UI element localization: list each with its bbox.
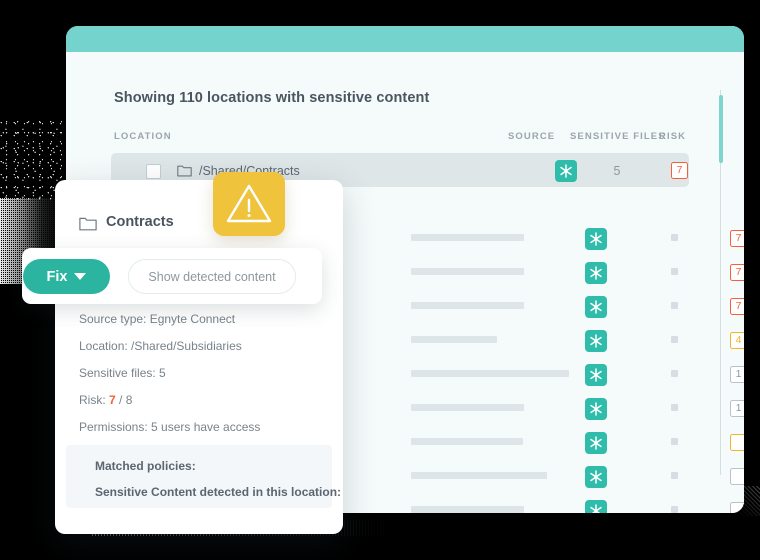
egnyte-source-icon[interactable] bbox=[585, 228, 607, 250]
fix-button-label: Fix bbox=[47, 269, 68, 285]
egnyte-source-icon[interactable] bbox=[585, 432, 607, 454]
risk-badge: 4 bbox=[730, 332, 744, 349]
skeleton-bar bbox=[411, 404, 524, 411]
skeleton-square bbox=[671, 506, 678, 513]
skeleton-square bbox=[671, 336, 678, 343]
scrollbar-thumb[interactable] bbox=[719, 95, 723, 163]
risk-badge: 7 bbox=[730, 298, 744, 315]
risk-badge: 7 bbox=[671, 162, 688, 179]
column-header-source: SOURCE bbox=[508, 131, 555, 142]
egnyte-source-icon[interactable] bbox=[585, 500, 607, 513]
risk-badge bbox=[730, 502, 744, 513]
skeleton-square bbox=[671, 438, 678, 445]
row-checkbox[interactable] bbox=[146, 164, 161, 179]
egnyte-source-icon[interactable] bbox=[585, 330, 607, 352]
skeleton-bar bbox=[411, 370, 569, 377]
detail-risk-value: 7 bbox=[109, 393, 116, 407]
decorative-noise-top bbox=[0, 120, 62, 200]
skeleton-square bbox=[671, 302, 678, 309]
matched-policy-item: Sensitive Content detected in this locat… bbox=[95, 485, 341, 499]
skeleton-square bbox=[671, 370, 678, 377]
risk-badge: 7 bbox=[730, 264, 744, 281]
egnyte-source-icon[interactable] bbox=[585, 296, 607, 318]
detail-source-type: Source type: Egnyte Connect bbox=[79, 312, 235, 326]
egnyte-source-icon[interactable] bbox=[585, 398, 607, 420]
egnyte-source-icon[interactable] bbox=[585, 364, 607, 386]
warning-triangle-icon bbox=[213, 172, 285, 236]
risk-badge: 7 bbox=[730, 230, 744, 247]
page-title: Showing 110 locations with sensitive con… bbox=[114, 90, 429, 106]
skeleton-bar bbox=[411, 268, 524, 275]
risk-badge bbox=[730, 468, 744, 485]
detail-card-title: Contracts bbox=[106, 214, 174, 230]
egnyte-source-icon[interactable] bbox=[585, 466, 607, 488]
matched-policies-heading: Matched policies: bbox=[95, 459, 196, 473]
skeleton-square bbox=[671, 472, 678, 479]
detail-risk: Risk: 7 / 8 bbox=[79, 393, 132, 407]
column-header-risk: RISK bbox=[659, 131, 686, 142]
show-detected-content-button[interactable]: Show detected content bbox=[128, 259, 296, 294]
row-sensitive-files-count: 5 bbox=[605, 164, 629, 178]
matched-policies-panel: Matched policies: Sensitive Content dete… bbox=[66, 445, 332, 508]
folder-icon bbox=[79, 216, 97, 231]
panel-header-bar bbox=[66, 26, 744, 52]
detail-location: Location: /Shared/Subsidiaries bbox=[79, 339, 242, 353]
detail-sensitive-files: Sensitive files: 5 bbox=[79, 366, 166, 380]
skeleton-bar bbox=[411, 302, 524, 309]
skeleton-bar bbox=[411, 472, 547, 479]
skeleton-square bbox=[671, 268, 678, 275]
fix-button[interactable]: Fix bbox=[23, 259, 110, 294]
risk-badge: 1 bbox=[730, 366, 744, 383]
risk-badge: 1 bbox=[730, 400, 744, 417]
risk-badge bbox=[730, 434, 744, 451]
detail-risk-label: Risk: bbox=[79, 393, 106, 407]
chevron-down-icon bbox=[74, 273, 86, 280]
detail-risk-total: / 8 bbox=[119, 393, 132, 407]
folder-icon bbox=[177, 164, 192, 177]
skeleton-bar bbox=[411, 336, 497, 343]
column-header-location: LOCATION bbox=[114, 131, 172, 142]
skeleton-square bbox=[671, 404, 678, 411]
skeleton-bar bbox=[411, 234, 524, 241]
column-header-sensitive-files: SENSITIVE FILES bbox=[570, 131, 666, 142]
skeleton-bar bbox=[411, 438, 523, 445]
skeleton-bar bbox=[411, 506, 524, 513]
skeleton-square bbox=[671, 234, 678, 241]
egnyte-source-icon[interactable] bbox=[555, 160, 577, 182]
egnyte-source-icon[interactable] bbox=[585, 262, 607, 284]
detail-permissions: Permissions: 5 users have access bbox=[79, 420, 260, 434]
location-detail-card: Contracts Source type: Egnyte Connect Lo… bbox=[55, 180, 343, 534]
